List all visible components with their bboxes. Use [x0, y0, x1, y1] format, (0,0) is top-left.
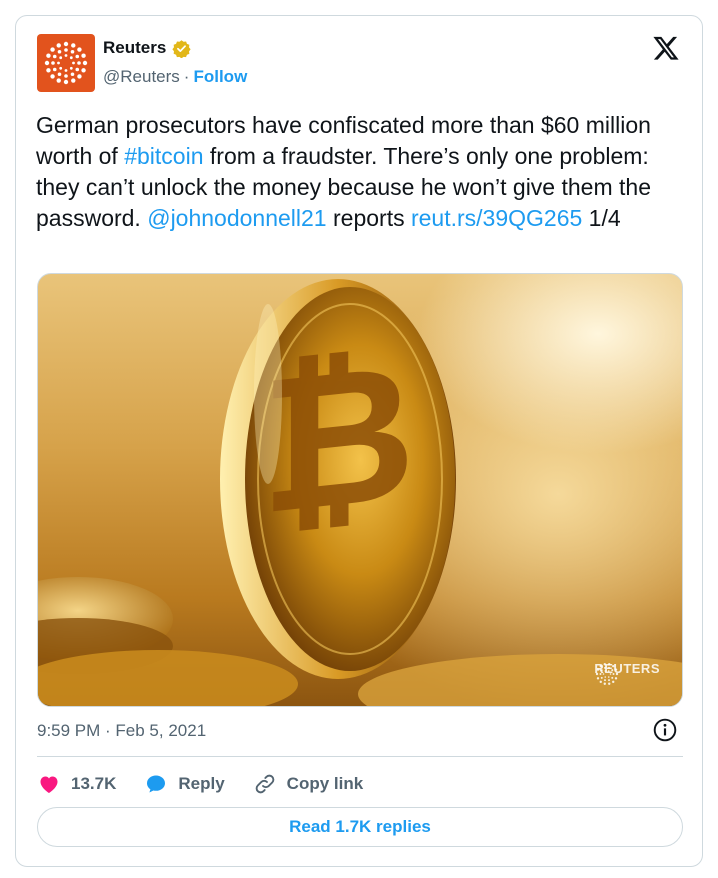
url-link[interactable]: reut.rs/39QG265: [411, 205, 582, 231]
like-count: 13.7K: [71, 774, 117, 793]
bitcoin-photo: ₿: [38, 279, 682, 706]
like-button[interactable]: 13.7K: [37, 772, 116, 796]
read-replies-button[interactable]: Read 1.7K replies: [37, 807, 683, 847]
mention-link[interactable]: @johnodonnell21: [147, 205, 326, 231]
svg-text:₿: ₿: [261, 320, 416, 558]
reply-label: Reply: [178, 774, 225, 793]
tweet-text-segment: 1/4: [582, 205, 621, 231]
tweet-media-image[interactable]: ₿ REUTERS: [37, 273, 683, 707]
author-name-row: Reuters: [103, 38, 191, 58]
x-logo-icon[interactable]: [652, 34, 680, 62]
reply-button[interactable]: Reply: [144, 772, 225, 796]
author-handle-row: @Reuters · Follow: [103, 67, 247, 87]
heart-icon: [40, 776, 58, 793]
tweet-timestamp[interactable]: 9:59 PM · Feb 5, 2021: [37, 721, 206, 741]
reuters-watermark: REUTERS: [594, 661, 660, 685]
follow-button[interactable]: Follow: [193, 67, 247, 87]
author-handle[interactable]: @Reuters: [103, 67, 180, 87]
divider: [37, 756, 683, 757]
hashtag-link[interactable]: #bitcoin: [124, 143, 203, 169]
reply-bubble-icon: [147, 775, 166, 793]
copy-link-button[interactable]: Copy link: [253, 772, 364, 796]
copy-link-label: Copy link: [286, 774, 364, 793]
author-name[interactable]: Reuters: [103, 38, 166, 58]
info-icon[interactable]: [652, 717, 678, 743]
tweet-text: German prosecutors have confiscated more…: [36, 110, 686, 234]
tweet-card: Reuters @Reuters · Follow German prosecu…: [15, 15, 703, 867]
action-bar: 13.7K Reply Copy link: [37, 768, 391, 800]
separator-dot: ·: [183, 67, 190, 86]
link-icon: [255, 774, 274, 794]
tweet-text-segment: reports: [326, 205, 411, 231]
reuters-watermark-icon: [596, 663, 619, 685]
reuters-logo-icon[interactable]: [37, 34, 95, 92]
verified-badge-icon: [172, 39, 191, 58]
